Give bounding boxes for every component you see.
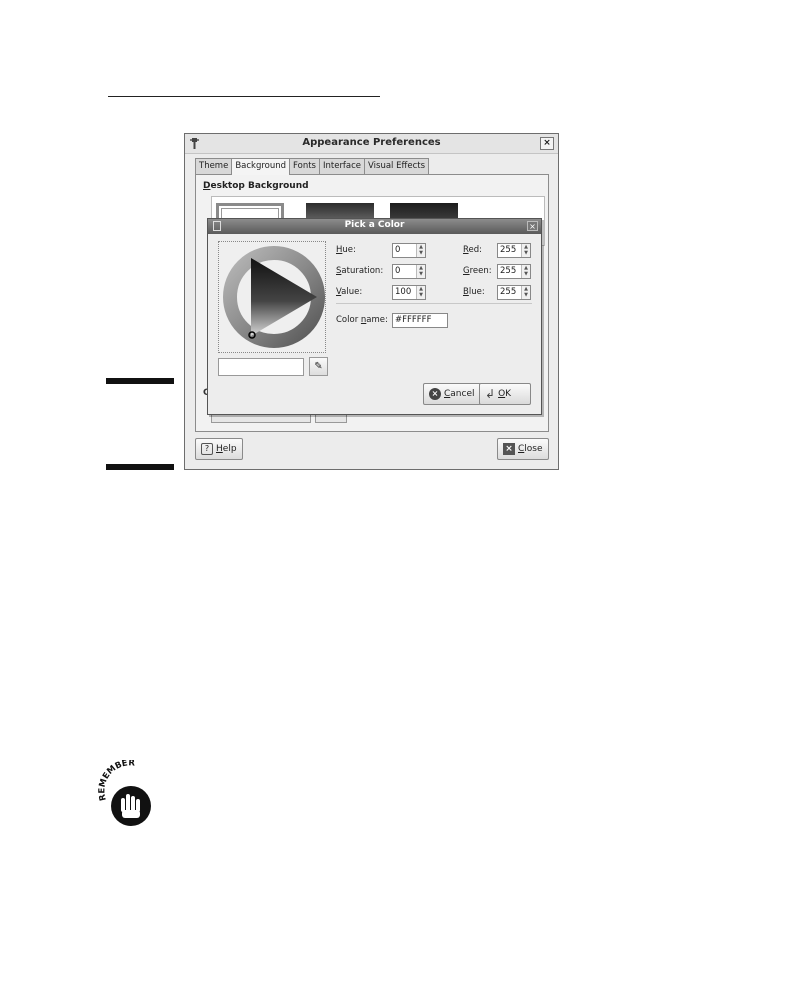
eyedropper-button[interactable]: ✎ bbox=[309, 357, 328, 376]
help-icon: ? bbox=[201, 443, 213, 455]
cancel-label: Cancel bbox=[444, 389, 475, 399]
hsv-color-wheel[interactable] bbox=[219, 242, 327, 354]
window-title: Appearance Preferences bbox=[302, 137, 441, 148]
value-label: Value: bbox=[336, 287, 363, 297]
value-spinbutton[interactable]: 100 ▲ ▼ bbox=[392, 285, 426, 300]
help-label: Help bbox=[216, 444, 237, 454]
separator bbox=[336, 303, 532, 304]
tab-fonts[interactable]: Fonts bbox=[289, 158, 320, 174]
desktop-background-heading: Desktop Background bbox=[203, 181, 309, 191]
spin-arrows-icon[interactable]: ▲ ▼ bbox=[416, 265, 425, 278]
side-rule bbox=[106, 378, 174, 384]
tab-visual-effects[interactable]: Visual Effects bbox=[364, 158, 430, 174]
tab-interface[interactable]: Interface bbox=[318, 158, 366, 174]
red-label: Red: bbox=[463, 245, 483, 255]
pick-a-color-dialog: Pick a Color × ✎ Hue: 0 ▲ ▼ Saturation: … bbox=[207, 218, 542, 415]
window-title-bar: Appearance Preferences × bbox=[185, 134, 558, 154]
window-close-button[interactable]: × bbox=[540, 137, 554, 150]
close-label: Close bbox=[518, 444, 543, 454]
dialog-title-bar: Pick a Color × bbox=[208, 219, 541, 234]
spin-arrows-icon[interactable]: ▲ ▼ bbox=[416, 286, 425, 299]
spin-arrows-icon[interactable]: ▲ ▼ bbox=[521, 286, 530, 299]
color-wheel-area bbox=[218, 241, 326, 353]
cancel-button[interactable]: × Cancel bbox=[423, 383, 481, 405]
page-rule bbox=[108, 96, 380, 97]
color-name-input[interactable]: #FFFFFF bbox=[392, 313, 448, 328]
spin-arrows-icon[interactable]: ▲ ▼ bbox=[521, 244, 530, 257]
tab-theme[interactable]: Theme bbox=[195, 158, 233, 174]
close-icon: × bbox=[503, 443, 515, 455]
hue-spinbutton[interactable]: 0 ▲ ▼ bbox=[392, 243, 426, 258]
tab-background[interactable]: Background bbox=[231, 158, 291, 175]
close-button[interactable]: × Close bbox=[497, 438, 549, 460]
help-button[interactable]: ? Help bbox=[195, 438, 243, 460]
ok-label: OK bbox=[498, 389, 512, 399]
blue-spinbutton[interactable]: 255 ▲ ▼ bbox=[497, 285, 531, 300]
close-icon: × bbox=[543, 138, 551, 148]
tab-bar: Theme Background Fonts Interface Visual … bbox=[195, 158, 430, 175]
ok-button[interactable]: ↲ OK bbox=[479, 383, 531, 405]
spin-arrows-icon[interactable]: ▲ ▼ bbox=[521, 265, 530, 278]
eyedropper-icon: ✎ bbox=[314, 361, 323, 372]
remember-icon: REMEMBER bbox=[97, 760, 151, 826]
dialog-title: Pick a Color bbox=[344, 220, 405, 230]
side-rule bbox=[106, 464, 174, 470]
blue-label: Blue: bbox=[463, 287, 485, 297]
green-label: Green: bbox=[463, 266, 492, 276]
red-spinbutton[interactable]: 255 ▲ ▼ bbox=[497, 243, 531, 258]
dialog-close-button[interactable]: × bbox=[527, 221, 538, 231]
enter-arrow-icon: ↲ bbox=[485, 387, 496, 401]
cancel-icon: × bbox=[429, 388, 441, 400]
color-name-label: Color name: bbox=[336, 315, 388, 325]
saturation-label: Saturation: bbox=[336, 266, 384, 276]
saturation-spinbutton[interactable]: 0 ▲ ▼ bbox=[392, 264, 426, 279]
close-icon: × bbox=[529, 222, 536, 231]
green-spinbutton[interactable]: 255 ▲ ▼ bbox=[497, 264, 531, 279]
spin-arrows-icon[interactable]: ▲ ▼ bbox=[416, 244, 425, 257]
color-preview-entry[interactable] bbox=[218, 358, 304, 376]
hue-label: Hue: bbox=[336, 245, 356, 255]
